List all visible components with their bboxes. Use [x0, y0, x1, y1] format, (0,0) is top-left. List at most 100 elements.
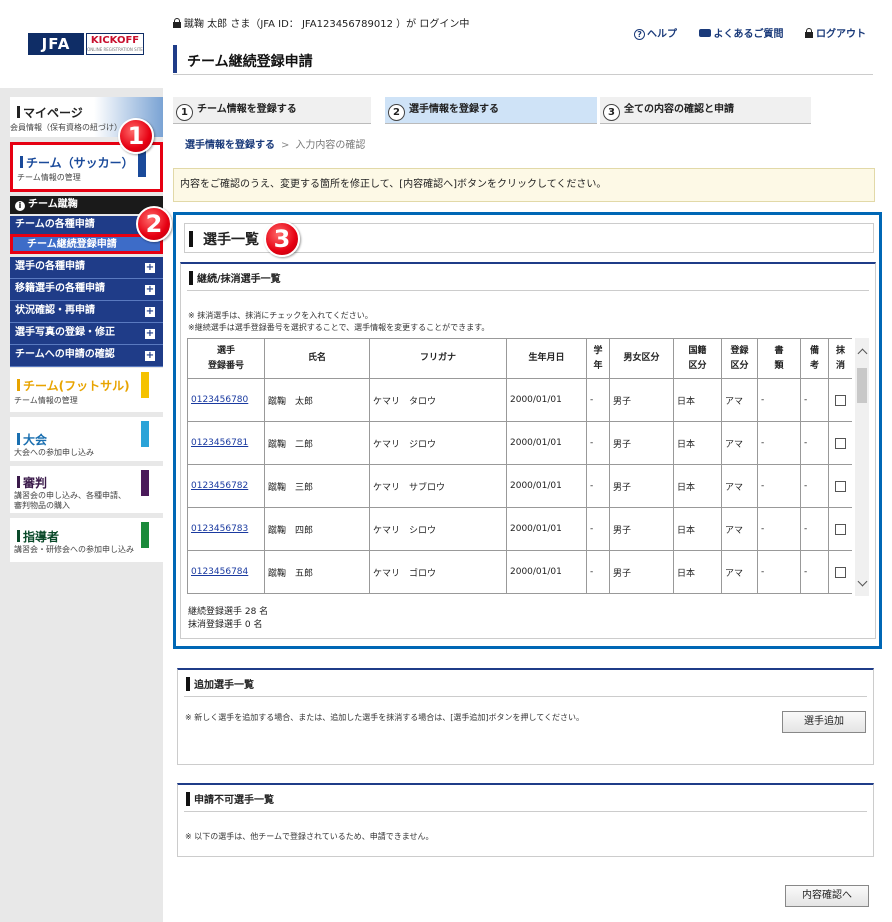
sidebar-item-taikai[interactable]: 大会 大会への参加申し込み: [10, 417, 163, 461]
sidebar-item-shidosha[interactable]: 指導者 講習会・研修会への参加申し込み: [10, 518, 163, 562]
cell-nationality: 日本: [673, 550, 722, 594]
section-title: 継続/抹消選手一覧: [189, 270, 281, 285]
scroll-thumb[interactable]: [857, 368, 867, 403]
annotation-badge-3: 3: [264, 221, 300, 257]
sidebar-item-team-continue-register[interactable]: チーム継続登録申請: [10, 234, 163, 254]
cell-reg: アマ: [721, 507, 758, 551]
cell-reg: アマ: [721, 464, 758, 508]
cell-delete: [828, 464, 852, 508]
cell-remarks: -: [800, 550, 829, 594]
step-label: 全ての内容の確認と申請: [624, 104, 734, 115]
mypage-sub: 会員情報（保有資格の紐づけ）: [10, 123, 122, 132]
annotation-badge-1: 1: [118, 118, 154, 154]
sidebar-item-team-apply-check[interactable]: チームへの申請の確認 +: [10, 345, 163, 367]
cell-dob: 2000/01/01: [506, 550, 587, 594]
delete-note: ※ 抹消選手は、抹消にチェックを入れてください。: [188, 311, 373, 320]
cell-grade: -: [586, 507, 610, 551]
scroll-up-icon[interactable]: [855, 346, 869, 360]
taikai-sub: 大会への参加申し込み: [14, 448, 94, 457]
table-scrollbar[interactable]: [855, 338, 869, 596]
step-1-team-info: 1 チーム情報を登録する: [173, 97, 371, 124]
column-header: 男女区分: [609, 338, 674, 379]
cell-id: 0123456782: [187, 464, 265, 508]
header-links: ? ヘルプ よくあるご質問 ログアウト: [616, 25, 866, 40]
cell-kana: ケマリ シロウ: [369, 507, 507, 551]
sidebar-item-shinpan[interactable]: 審判 講習会の申し込み、各種申請、 審判物品の購入: [10, 466, 163, 513]
breadcrumb-current: 選手情報を登録する: [185, 140, 275, 151]
cell-name: 蹴鞠 二郎: [264, 421, 370, 465]
sidebar-item-player-apply[interactable]: 選手の各種申請 +: [10, 257, 163, 279]
column-header: 選手 登録番号: [187, 338, 265, 379]
player-table-scroll[interactable]: 選手 登録番号 氏名 フリガナ 生年月日学 年男女区分 国籍 区分 登録 区分書 類備 考…: [187, 338, 852, 596]
delete-checkbox[interactable]: [835, 566, 846, 578]
player-id-link[interactable]: 0123456781: [191, 438, 248, 448]
player-id-link[interactable]: 0123456780: [191, 395, 248, 405]
column-header: 登録 区分: [721, 338, 758, 379]
continue-delete-section: 継続/抹消選手一覧 ※ 抹消選手は、抹消にチェックを入れてください。 ※継続選手…: [180, 262, 876, 639]
cell-docs: -: [757, 507, 801, 551]
delete-checkbox[interactable]: [835, 394, 846, 406]
plus-icon: +: [145, 306, 155, 317]
cell-remarks: -: [800, 464, 829, 508]
column-header: 抹 消: [828, 338, 852, 379]
cell-remarks: -: [800, 507, 829, 551]
cell-name: 蹴鞠 四郎: [264, 507, 370, 551]
faq-link[interactable]: よくあるご質問: [698, 29, 784, 40]
kickoff-logo-sub: ONLINE REGISTRATION SITE: [87, 47, 143, 52]
mypage-title: マイページ: [17, 104, 83, 121]
cell-gender: 男子: [609, 378, 674, 422]
kickoff-logo: KICKOFF ONLINE REGISTRATION SITE: [86, 33, 144, 55]
unlock-icon: [805, 28, 813, 38]
delete-checkbox[interactable]: [835, 523, 846, 535]
cell-delete: [828, 550, 852, 594]
add-player-button[interactable]: 選手追加: [782, 711, 866, 733]
page-title-text: チーム継続登録申請: [187, 54, 313, 70]
cell-docs: -: [757, 421, 801, 465]
scroll-down-icon[interactable]: [855, 576, 869, 590]
cell-id: 0123456783: [187, 507, 265, 551]
bookmark-icon: [141, 372, 149, 403]
cell-gender: 男子: [609, 507, 674, 551]
help-link[interactable]: ? ヘルプ: [634, 29, 677, 40]
cell-kana: ケマリ タロウ: [369, 378, 507, 422]
question-icon: ?: [634, 29, 646, 40]
cell-delete: [828, 378, 852, 422]
step-number: 1: [176, 104, 193, 121]
column-header: 生年月日: [506, 338, 587, 379]
sidebar-item-transfer-apply[interactable]: 移籍選手の各種申請 +: [10, 279, 163, 301]
cell-kana: ケマリ ジロウ: [369, 421, 507, 465]
cell-id: 0123456780: [187, 378, 265, 422]
table-row: 0123456782 蹴鞠 三郎 ケマリ サブロウ 2000/01/01- 男子 日本 アマ…: [187, 464, 852, 508]
table-header-row: 選手 登録番号 氏名 フリガナ 生年月日学 年男女区分 国籍 区分 登録 区分書 類備 考…: [187, 338, 852, 379]
player-id-link[interactable]: 0123456784: [191, 567, 248, 577]
sidebar-item-team-futsal[interactable]: チーム(フットサル) チーム情報の管理: [10, 368, 163, 412]
futsal-title: チーム(フットサル): [17, 377, 130, 394]
breadcrumb-next: 入力内容の確認: [295, 140, 366, 151]
confirm-content-button[interactable]: 内容確認へ: [785, 885, 869, 907]
cell-id: 0123456781: [187, 421, 265, 465]
player-id-link[interactable]: 0123456783: [191, 524, 248, 534]
cell-grade: -: [586, 464, 610, 508]
sidebar-item-status-check[interactable]: 状況確認・再申請 +: [10, 301, 163, 323]
section-title: 追加選手一覧: [186, 676, 254, 691]
delete-checkbox[interactable]: [835, 480, 846, 492]
shidosha-title: 指導者: [17, 528, 59, 545]
delete-checkbox[interactable]: [835, 437, 846, 449]
cell-grade: -: [586, 550, 610, 594]
column-header: 学 年: [586, 338, 610, 379]
player-table: 選手 登録番号 氏名 フリガナ 生年月日学 年男女区分 国籍 区分 登録 区分書 類備 考…: [187, 338, 852, 594]
cell-nationality: 日本: [673, 421, 722, 465]
jfa-kickoff-logo[interactable]: JFA KICKOFF ONLINE REGISTRATION SITE: [0, 0, 163, 88]
step-number: 3: [603, 104, 620, 121]
bookmark-icon: [138, 151, 146, 182]
logout-link[interactable]: ログアウト: [805, 28, 866, 40]
sidebar-item-player-photo[interactable]: 選手写真の登録・修正 +: [10, 323, 163, 345]
cell-remarks: -: [800, 378, 829, 422]
player-id-link[interactable]: 0123456782: [191, 481, 248, 491]
unapplicable-player-section: 申請不可選手一覧 ※ 以下の選手は、他チームで登録されているため、申請できません…: [177, 783, 874, 857]
chat-icon: [698, 29, 711, 37]
futsal-sub: チーム情報の管理: [14, 396, 78, 405]
page-title: チーム継続登録申請: [173, 45, 873, 75]
cell-id: 0123456784: [187, 550, 265, 594]
add-player-section: 追加選手一覧 ※ 新しく選手を追加する場合、または、追加した選手を抹消する場合は…: [177, 668, 874, 765]
